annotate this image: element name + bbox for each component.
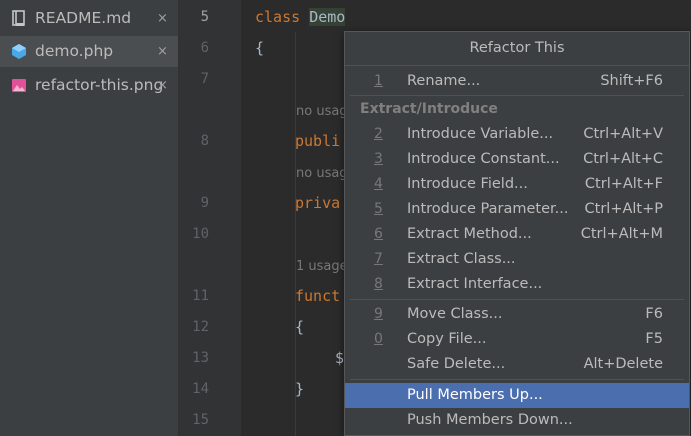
- code-line-5: class Demo: [255, 8, 346, 26]
- menu-item-label: Safe Delete...: [407, 356, 506, 372]
- menu-item-mnemonic: 2: [374, 126, 383, 142]
- menu-item-mnemonic: 3: [374, 151, 383, 167]
- image-file-icon: [11, 77, 27, 94]
- menu-item-pull-members-up[interactable]: Pull Members Up...: [345, 383, 689, 408]
- popup-title: Refactor This: [345, 32, 689, 66]
- file-tab-refactor-png[interactable]: refactor-this.png ×: [0, 70, 178, 101]
- menu-item-shortcut: Ctrl+Alt+V: [583, 126, 663, 142]
- file-tab-label: refactor-this.png: [35, 76, 164, 94]
- menu-item-mnemonic: 5: [374, 201, 383, 217]
- menu-item-shortcut: Shift+F6: [600, 73, 663, 89]
- code-line-12: {: [295, 318, 305, 336]
- menu-item-label: Rename...: [407, 73, 481, 89]
- code-line-9: priva: [295, 194, 341, 212]
- menu-item-shortcut: F6: [645, 306, 663, 322]
- menu-item-shortcut: Ctrl+Alt+M: [580, 226, 663, 242]
- line-number: 11: [192, 288, 209, 304]
- keyword-class: class: [255, 8, 301, 26]
- indent-guide: [295, 340, 296, 372]
- menu-item-mnemonic: 8: [374, 276, 383, 292]
- menu-item-label: Extract Class...: [407, 251, 516, 267]
- line-number: 14: [192, 381, 209, 397]
- php-file-icon: [11, 43, 27, 60]
- menu-item-label: Copy File...: [407, 331, 487, 347]
- code-line-13: $: [335, 349, 345, 367]
- menu-item-label: Pull Members Up...: [407, 387, 543, 403]
- menu-item-extract-class[interactable]: 7 Extract Class...: [345, 247, 689, 272]
- line-number: 6: [200, 40, 209, 56]
- menu-item-shortcut: Ctrl+Alt+C: [583, 151, 663, 167]
- menu-item-label: Move Class...: [407, 306, 503, 322]
- menu-group-header: Extract/Introduce: [360, 101, 498, 117]
- menu-item-mnemonic: 4: [374, 176, 383, 192]
- menu-item-introduce-field[interactable]: 4 Introduce Field... Ctrl+Alt+F: [345, 172, 689, 197]
- class-name: Demo: [309, 8, 346, 26]
- code-line-14: }: [295, 380, 305, 398]
- file-tab-demo-php[interactable]: demo.php ×: [0, 36, 178, 67]
- menu-item-shortcut: F5: [645, 331, 663, 347]
- menu-item-label: Introduce Parameter...: [407, 201, 569, 217]
- menu-item-safe-delete[interactable]: Safe Delete... Alt+Delete: [345, 352, 689, 377]
- menu-item-shortcut: Ctrl+Alt+P: [584, 201, 663, 217]
- menu-item-label: Extract Interface...: [407, 276, 543, 292]
- menu-item-copy-file[interactable]: 0 Copy File... F5: [345, 327, 689, 352]
- menu-item-introduce-parameter[interactable]: 5 Introduce Parameter... Ctrl+Alt+P: [345, 197, 689, 222]
- close-icon[interactable]: ×: [157, 3, 168, 34]
- menu-item-mnemonic: 6: [374, 226, 383, 242]
- indent-guide: [295, 32, 296, 436]
- menu-item-introduce-variable[interactable]: 2 Introduce Variable... Ctrl+Alt+V: [345, 122, 689, 147]
- menu-item-rename[interactable]: 1 Rename... Shift+F6: [345, 69, 689, 94]
- usage-hint[interactable]: no usag: [296, 166, 348, 181]
- menu-item-extract-interface[interactable]: 8 Extract Interface...: [345, 272, 689, 297]
- line-number-gutter: 5 6 7 8 9 10 11 12 13 14 15: [179, 0, 241, 436]
- menu-item-push-members-down[interactable]: Push Members Down...: [345, 408, 689, 433]
- menu-item-label: Push Members Down...: [407, 412, 573, 428]
- markdown-file-icon: [11, 10, 27, 27]
- close-icon[interactable]: ×: [157, 36, 168, 67]
- menu-item-move-class[interactable]: 9 Move Class... F6: [345, 302, 689, 327]
- refactor-this-popup: Refactor This 1 Rename... Shift+F6 Extra…: [344, 31, 690, 436]
- line-number: 5: [200, 9, 209, 25]
- menu-item-mnemonic: 0: [374, 331, 383, 347]
- menu-item-mnemonic: 9: [374, 306, 383, 322]
- line-number: 9: [200, 195, 209, 211]
- line-number: 10: [192, 226, 209, 242]
- close-icon[interactable]: ×: [157, 70, 168, 101]
- menu-item-mnemonic: 7: [374, 251, 383, 267]
- usage-hint[interactable]: 1 usage: [296, 259, 348, 274]
- menu-item-label: Extract Method...: [407, 226, 532, 242]
- line-number: 8: [200, 133, 209, 149]
- code-line-8: publi: [295, 132, 341, 150]
- menu-item-label: Introduce Variable...: [407, 126, 554, 142]
- menu-separator: [350, 379, 684, 380]
- menu-item-shortcut: Ctrl+Alt+F: [584, 176, 663, 192]
- line-number: 12: [192, 319, 209, 335]
- menu-separator: [350, 95, 684, 96]
- menu-item-label: Introduce Field...: [407, 176, 528, 192]
- menu-item-extract-method[interactable]: 6 Extract Method... Ctrl+Alt+M: [345, 222, 689, 247]
- menu-item-label: Introduce Constant...: [407, 151, 560, 167]
- menu-separator: [350, 299, 684, 300]
- code-line-11: funct: [295, 287, 341, 305]
- file-tab-label: README.md: [35, 9, 132, 27]
- file-tab-label: demo.php: [35, 42, 114, 60]
- menu-item-shortcut: Alt+Delete: [583, 356, 663, 372]
- line-number: 15: [192, 412, 209, 428]
- line-number: 13: [192, 350, 209, 366]
- line-number: 7: [200, 71, 209, 87]
- menu-item-introduce-constant[interactable]: 3 Introduce Constant... Ctrl+Alt+C: [345, 147, 689, 172]
- file-tabs-panel: README.md × demo.php × refactor-this.png…: [0, 0, 179, 436]
- file-tab-readme[interactable]: README.md ×: [0, 3, 178, 34]
- code-line-6: {: [255, 39, 265, 57]
- menu-item-mnemonic: 1: [374, 73, 383, 89]
